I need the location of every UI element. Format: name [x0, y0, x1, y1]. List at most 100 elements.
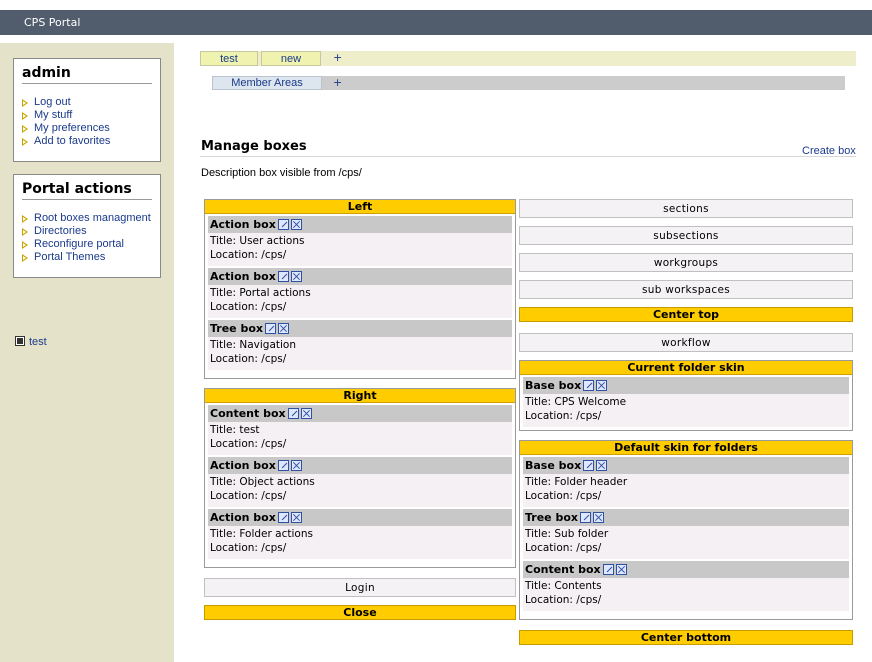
- box-title: Title: Navigation: [210, 339, 297, 351]
- box-location: Location: /cps/: [210, 249, 287, 261]
- default-skin-header: Default skin for folders: [520, 441, 852, 455]
- delete-icon[interactable]: [290, 460, 302, 471]
- box-item: Action box Title: Portal actions Location…: [208, 268, 512, 318]
- box-type: Base box: [525, 379, 582, 392]
- arrow-icon: [22, 138, 28, 146]
- box-location: Location: /cps/: [210, 438, 287, 450]
- portal-actions-title: Portal actions: [22, 181, 152, 200]
- directories-link[interactable]: Directories: [22, 225, 152, 238]
- portal-actions-box: Portal actions Root boxes managment Dire…: [13, 174, 161, 278]
- add-tab-button[interactable]: +: [333, 51, 342, 65]
- root-boxes-link[interactable]: Root boxes managment: [22, 212, 152, 225]
- arrow-icon: [22, 241, 28, 249]
- box-type: Content box: [525, 563, 601, 576]
- slot-sections[interactable]: sections: [519, 199, 853, 218]
- edit-icon[interactable]: [277, 219, 289, 230]
- create-box-link[interactable]: Create box: [802, 145, 856, 157]
- delete-icon[interactable]: [290, 219, 302, 230]
- box-location: Location: /cps/: [210, 490, 287, 502]
- delete-icon[interactable]: [290, 271, 302, 282]
- tab-row-1: test new +: [200, 51, 856, 66]
- arrow-icon: [22, 254, 28, 262]
- box-title: Title: Folder header: [525, 476, 628, 488]
- delete-icon[interactable]: [290, 512, 302, 523]
- tab-test[interactable]: test: [200, 51, 258, 66]
- tab-member-areas[interactable]: Member Areas: [212, 76, 322, 90]
- my-preferences-link[interactable]: My preferences: [22, 122, 152, 135]
- box-location: Location: /cps/: [525, 594, 602, 606]
- sidebar: admin Log out My stuff My preferences Ad…: [0, 43, 174, 662]
- logout-label: Log out: [34, 96, 71, 108]
- tab-new[interactable]: new: [261, 51, 321, 66]
- slot-subsections[interactable]: subsections: [519, 226, 853, 245]
- delete-icon[interactable]: [278, 323, 289, 334]
- box-title: Title: CPS Welcome: [525, 396, 627, 408]
- box-item: Base box Title: Folder header Location: /…: [523, 457, 849, 507]
- delete-icon[interactable]: [596, 380, 608, 391]
- box-item: Action box Title: Folder actions Location…: [208, 509, 512, 559]
- edit-icon[interactable]: [580, 512, 591, 523]
- edit-icon[interactable]: [583, 460, 595, 471]
- edit-icon[interactable]: [287, 408, 299, 419]
- tab-row-2: Member Areas +: [212, 76, 845, 90]
- box-type: Action box: [210, 218, 276, 231]
- arrow-icon: [22, 228, 28, 236]
- edit-icon[interactable]: [277, 271, 289, 282]
- logout-link[interactable]: Log out: [22, 96, 152, 109]
- edit-icon[interactable]: [583, 380, 595, 391]
- slot-login[interactable]: Login: [204, 578, 516, 597]
- edit-icon[interactable]: [602, 564, 614, 575]
- box-type: Action box: [210, 459, 276, 472]
- arrow-icon: [22, 99, 28, 107]
- portal-themes-link[interactable]: Portal Themes: [22, 251, 152, 264]
- box-location: Location: /cps/: [525, 410, 602, 422]
- box-location: Location: /cps/: [210, 353, 287, 365]
- top-bar: CPS Portal: [0, 10, 872, 35]
- box-type: Tree box: [210, 322, 263, 335]
- box-item: Action box Title: User actions Location: …: [208, 216, 512, 266]
- reconfigure-portal-label: Reconfigure portal: [34, 238, 124, 250]
- add-to-favorites-label: Add to favorites: [34, 135, 111, 147]
- edit-icon[interactable]: [277, 512, 289, 523]
- app-title: CPS Portal: [24, 16, 81, 29]
- box-title: Title: Contents: [525, 580, 602, 592]
- box-item: Tree box Title: Sub folder Location: /cps…: [523, 509, 849, 559]
- arrow-icon: [22, 112, 28, 120]
- box-location: Location: /cps/: [210, 301, 287, 313]
- edit-icon[interactable]: [277, 460, 289, 471]
- box-type: Base box: [525, 459, 582, 472]
- tree-item-label: test: [29, 336, 47, 348]
- root-boxes-label: Root boxes managment: [34, 212, 151, 224]
- slot-right: Right Content box Title: test Location: /…: [204, 388, 516, 568]
- box-title: Title: Object actions: [210, 476, 315, 488]
- current-folder-skin-header: Current folder skin: [520, 361, 852, 375]
- slot-workflow[interactable]: workflow: [519, 333, 853, 352]
- slot-default-skin: Default skin for folders Base box Title:…: [519, 440, 853, 620]
- my-preferences-label: My preferences: [34, 122, 110, 134]
- box-location: Location: /cps/: [525, 490, 602, 502]
- box-location: Location: /cps/: [525, 542, 602, 554]
- delete-icon[interactable]: [615, 564, 627, 575]
- box-title: Title: Sub folder: [525, 528, 609, 540]
- tree-item-test[interactable]: test: [15, 336, 47, 348]
- delete-icon[interactable]: [596, 460, 608, 471]
- delete-icon[interactable]: [593, 512, 604, 523]
- my-stuff-link[interactable]: My stuff: [22, 109, 152, 122]
- box-title: Title: User actions: [210, 235, 305, 247]
- box-item: Action box Title: Object actions Location…: [208, 457, 512, 507]
- add-to-favorites-link[interactable]: Add to favorites: [22, 135, 152, 148]
- box-type: Action box: [210, 511, 276, 524]
- box-item: Base box Title: CPS Welcome Location: /cp…: [523, 377, 849, 427]
- slot-close[interactable]: Close: [204, 605, 516, 620]
- slot-workgroups[interactable]: workgroups: [519, 253, 853, 272]
- box-item: Tree box Title: Navigation Location: /cps…: [208, 320, 512, 370]
- slot-sub-workspaces[interactable]: sub workspaces: [519, 280, 853, 299]
- add-subtab-button[interactable]: +: [333, 76, 342, 90]
- delete-icon[interactable]: [300, 408, 312, 419]
- reconfigure-portal-link[interactable]: Reconfigure portal: [22, 238, 152, 251]
- edit-icon[interactable]: [265, 323, 276, 334]
- box-location: Location: /cps/: [210, 542, 287, 554]
- slot-center-top[interactable]: Center top: [519, 307, 853, 322]
- slot-center-bottom[interactable]: Center bottom: [519, 630, 853, 645]
- box-item: Content box Title: Contents Location: /cp…: [523, 561, 849, 611]
